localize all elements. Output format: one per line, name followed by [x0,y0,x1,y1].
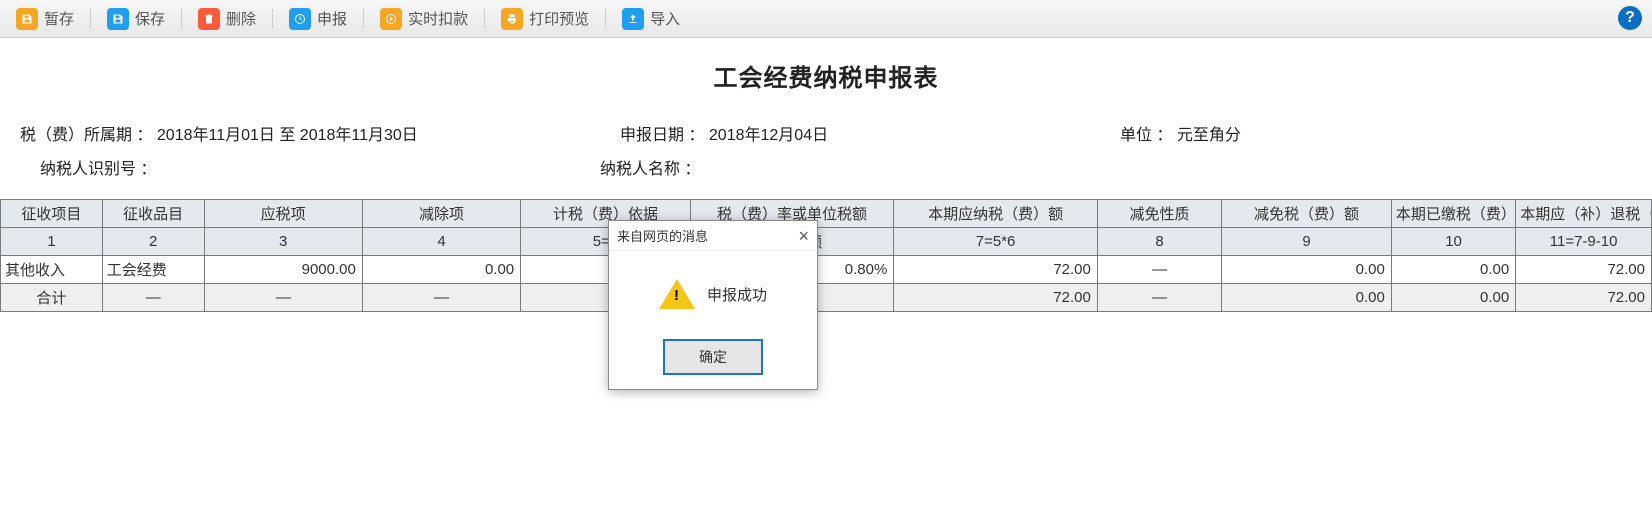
th-3: 减除项 [362,200,520,228]
total-c8: 0.00 [1222,284,1392,312]
taxpayer-id-label: 纳税人识别号 ： [40,155,156,179]
cell-c10: 72.00 [1516,256,1652,284]
declare-icon [289,8,311,30]
save-icon [107,8,129,30]
sth-7: 8 [1097,228,1221,256]
tempsave-button[interactable]: 暂存 [10,6,80,32]
cell-c6: 72.00 [894,256,1098,284]
total-c2: — [204,284,362,312]
sth-6: 7=5*6 [894,228,1098,256]
import-button[interactable]: 导入 [616,6,686,32]
separator [484,9,485,29]
tempsave-icon [16,8,38,30]
dialog-header: 来自网页的消息 × [609,221,817,251]
cell-c3[interactable]: 0.00 [362,256,520,284]
tempsave-label: 暂存 [44,8,74,29]
separator [605,9,606,29]
print-icon [501,8,523,30]
period-value: 2018年11月01日 至 2018年11月30日 [157,127,418,144]
th-2: 应税项 [204,200,362,228]
th-8: 减免税（费）额 [1222,200,1392,228]
taxpayer-name-label: 纳税人名称 ： [600,155,700,179]
table-row: 其他收入 工会经费 9000.00 0.00 0.80% 72.00 — 0.0… [1,256,1652,284]
declare-date-label: 申报日期 ： [620,121,704,145]
sth-3: 4 [362,228,520,256]
total-c6: 72.00 [894,284,1098,312]
total-c3: — [362,284,520,312]
declare-date-value: 2018年12月04日 [709,127,828,144]
th-0: 征收项目 [1,200,103,228]
dialog-message: 申报成功 [707,284,767,305]
table-total-row: 合计 — — — 72.00 — 0.00 0.00 72.00 [1,284,1652,312]
cell-c2[interactable]: 9000.00 [204,256,362,284]
tax-table: 征收项目 征收品目 应税项 减除项 计税（费）依据 税（费）率或单位税额 本期应… [0,199,1652,312]
table-header-row: 征收项目 征收品目 应税项 减除项 计税（费）依据 税（费）率或单位税额 本期应… [1,200,1652,228]
period-label: 税（费）所属期 ： [20,121,152,145]
total-c10: 72.00 [1516,284,1652,312]
total-c7: — [1097,284,1221,312]
print-preview-label: 打印预览 [529,8,589,29]
realtime-deduct-label: 实时扣款 [408,8,468,29]
unit-label: 单位 ： [1120,121,1172,145]
cell-c8: 0.00 [1222,256,1392,284]
sth-1: 2 [102,228,204,256]
table-subheader-row: 1 2 3 4 5=3 单位税额 7=5*6 8 9 10 11=7-9-10 [1,228,1652,256]
total-c1: — [102,284,204,312]
realtime-deduct-button[interactable]: 实时扣款 [374,6,474,32]
declare-button[interactable]: 申报 [283,6,353,32]
sth-8: 9 [1222,228,1392,256]
cell-c1: 工会经费 [102,256,204,284]
delete-button[interactable]: 删除 [192,6,262,32]
cell-c0: 其他收入 [1,256,103,284]
dialog-title: 来自网页的消息 [617,226,708,245]
separator [272,9,273,29]
toolbar: 暂存 保存 删除 申报 实时扣款 打印预览 [0,0,1652,38]
separator [181,9,182,29]
dialog-footer: 确定 [609,339,817,389]
import-label: 导入 [650,8,680,29]
sth-2: 3 [204,228,362,256]
separator [363,9,364,29]
total-label: 合计 [1,284,103,312]
info-section: 税（费）所属期 ： 2018年11月01日 至 2018年11月30日 申报日期… [0,121,1652,199]
sth-0: 1 [1,228,103,256]
th-6: 本期应纳税（费）额 [894,200,1098,228]
th-10: 本期应（补）退税（费）额 [1516,200,1652,228]
dialog-body: 申报成功 [609,251,817,339]
import-icon [622,8,644,30]
warning-icon [659,279,695,309]
close-icon[interactable]: × [798,227,809,245]
declare-label: 申报 [317,8,347,29]
ok-button[interactable]: 确定 [663,339,763,375]
cell-c9: 0.00 [1391,256,1515,284]
help-icon[interactable]: ? [1618,6,1642,30]
th-1: 征收品目 [102,200,204,228]
delete-icon [198,8,220,30]
page-title: 工会经费纳税申报表 [0,58,1652,93]
unit-value: 元至角分 [1177,127,1241,144]
th-7: 减免性质 [1097,200,1221,228]
realtime-deduct-icon [380,8,402,30]
sth-10: 11=7-9-10 [1516,228,1652,256]
message-dialog: 来自网页的消息 × 申报成功 确定 [608,220,818,390]
save-label: 保存 [135,8,165,29]
th-9: 本期已缴税（费）额 [1391,200,1515,228]
delete-label: 删除 [226,8,256,29]
sth-9: 10 [1391,228,1515,256]
save-button[interactable]: 保存 [101,6,171,32]
print-preview-button[interactable]: 打印预览 [495,6,595,32]
separator [90,9,91,29]
cell-c7: — [1097,256,1221,284]
total-c9: 0.00 [1391,284,1515,312]
